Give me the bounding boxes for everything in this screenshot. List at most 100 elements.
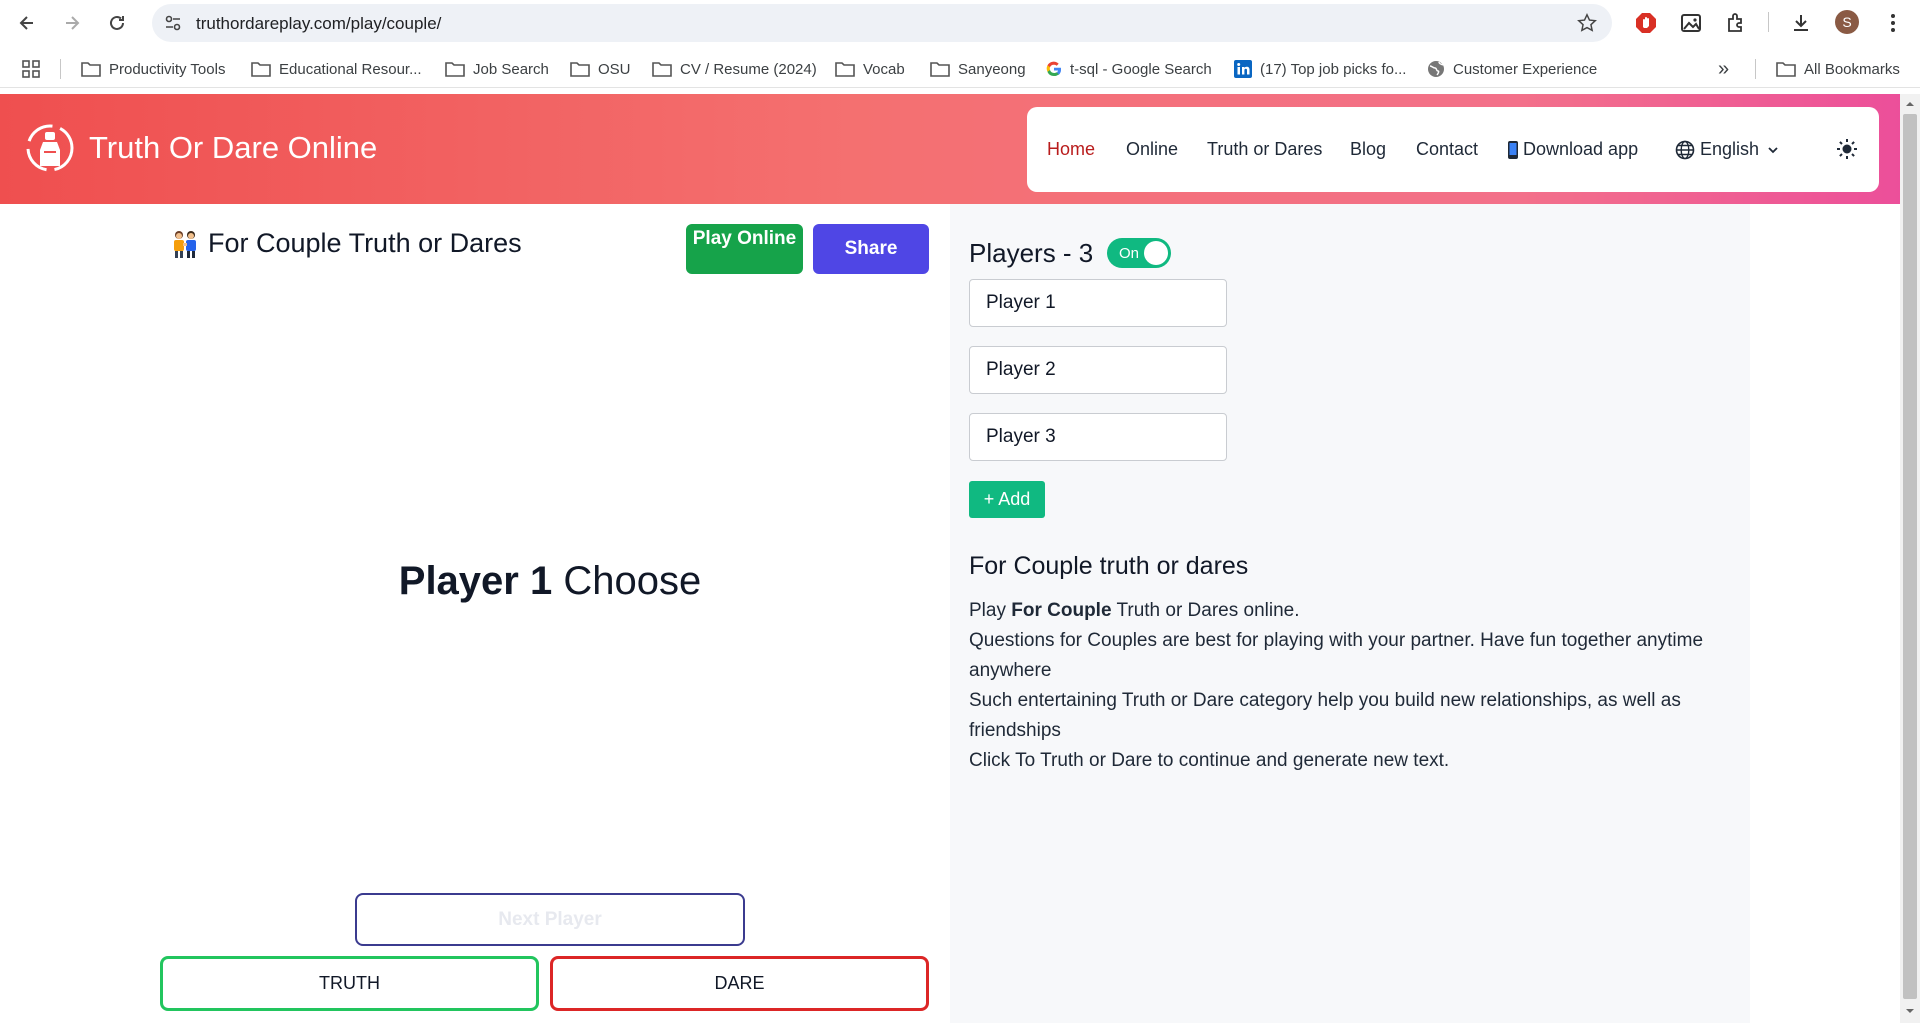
bookmark-label: t-sql - Google Search (1070, 60, 1212, 78)
bottle-logo-icon[interactable] (24, 122, 76, 174)
adblock-extension-icon[interactable] (1633, 10, 1659, 36)
category-heading: For Couple Truth or Dares (170, 228, 522, 259)
turn-prompt: Player 1 Choose (0, 559, 1100, 604)
folder-icon (1776, 62, 1796, 77)
folder-icon (835, 62, 855, 77)
page-margin (1750, 204, 1900, 1023)
folder-icon (445, 62, 465, 77)
bookmark-job-search[interactable]: Job Search (445, 58, 549, 80)
share-button[interactable]: Share (813, 224, 929, 274)
bookmark-vocab[interactable]: Vocab (835, 58, 905, 80)
main-nav: Home Online Truth or Dares Blog Contact … (1027, 107, 1879, 192)
bookmarks-overflow-button[interactable]: » (1718, 58, 1729, 80)
language-label: English (1700, 139, 1760, 159)
phone-icon (1508, 140, 1518, 159)
nav-home[interactable]: Home (1047, 139, 1095, 160)
folder-icon (251, 62, 271, 77)
google-icon (1046, 61, 1062, 77)
bookmark-star-icon[interactable] (1576, 12, 1598, 34)
nav-truth-or-dares[interactable]: Truth or Dares (1207, 139, 1322, 160)
nav-online[interactable]: Online (1126, 139, 1178, 160)
add-player-button[interactable]: + Add (969, 481, 1045, 518)
description-text: Play (969, 600, 1012, 621)
nav-download-app[interactable]: Download app (1507, 139, 1638, 160)
all-bookmarks-button[interactable]: All Bookmarks (1776, 58, 1900, 80)
truth-button[interactable]: TRUTH (160, 956, 539, 1011)
nav-contact[interactable]: Contact (1416, 139, 1478, 160)
play-online-button[interactable]: Play Online (686, 224, 803, 274)
player-2-input[interactable] (969, 346, 1227, 394)
players-toggle[interactable]: On (1107, 238, 1171, 268)
category-title: For Couple Truth or Dares (208, 228, 522, 258)
all-bookmarks-label: All Bookmarks (1804, 60, 1900, 78)
current-player-name: Player 1 (398, 559, 553, 603)
linkedin-icon (1234, 60, 1252, 78)
reload-icon[interactable] (102, 8, 132, 38)
description-line-3: Such entertaining Truth or Dare category… (969, 690, 1681, 741)
next-player-button[interactable]: Next Player (355, 893, 745, 946)
image-extension-icon[interactable] (1678, 10, 1704, 36)
browser-toolbar: truthordareplay.com/play/couple/ S (0, 0, 1920, 46)
scroll-down-icon[interactable] (1905, 1006, 1915, 1016)
toolbar-separator (1768, 12, 1769, 32)
bookmark-label: Productivity Tools (109, 60, 226, 78)
description-text: Truth or Dares online. (1111, 600, 1300, 621)
toggle-knob (1144, 241, 1168, 265)
nav-download-label: Download app (1523, 139, 1639, 159)
players-panel: Players - 3 On + Add For Couple truth or… (950, 204, 1750, 1023)
bookmark-label: Educational Resour... (279, 60, 422, 78)
description-line-1: Play For Couple Truth or Dares online. (969, 596, 1729, 626)
bookmarks-separator (1755, 59, 1756, 79)
browser-menu-icon[interactable] (1880, 10, 1906, 36)
extensions-puzzle-icon[interactable] (1723, 10, 1749, 36)
nav-blog[interactable]: Blog (1350, 139, 1386, 160)
bookmarks-separator (60, 59, 61, 79)
bookmark-customer-experience[interactable]: Customer Experience (1427, 58, 1597, 80)
folder-icon (930, 62, 950, 77)
bookmark-osu[interactable]: OSU (570, 58, 631, 80)
scrollbar-thumb[interactable] (1903, 114, 1917, 999)
url-text[interactable]: truthordareplay.com/play/couple/ (196, 14, 441, 34)
choose-text: Choose (563, 559, 702, 603)
bookmark-linkedin-jobs[interactable]: (17) Top job picks fo... (1234, 58, 1406, 80)
site-header: Truth Or Dare Online Home Online Truth o… (0, 94, 1900, 204)
couple-emoji-icon (174, 230, 196, 258)
toggle-label: On (1119, 245, 1140, 262)
bookmark-cv-resume[interactable]: CV / Resume (2024) (652, 58, 817, 80)
language-selector[interactable]: English (1675, 139, 1779, 160)
site-title[interactable]: Truth Or Dare Online (89, 130, 377, 166)
globe-icon (1428, 61, 1444, 77)
bookmark-label: Vocab (863, 60, 905, 78)
apps-grid-icon[interactable] (22, 58, 48, 80)
bookmark-educational-resources[interactable]: Educational Resour... (251, 58, 422, 80)
chevron-down-icon (1768, 146, 1778, 153)
bookmark-tsql-search[interactable]: t-sql - Google Search (1046, 58, 1212, 80)
description-category: For Couple (1011, 600, 1112, 621)
back-icon[interactable] (12, 8, 42, 38)
address-bar[interactable]: truthordareplay.com/play/couple/ (152, 4, 1612, 42)
play-online-label: Play Online (692, 228, 797, 249)
folder-icon (81, 62, 101, 77)
bookmarks-bar: Productivity Tools Educational Resour...… (0, 50, 1920, 88)
player-1-input[interactable] (969, 279, 1227, 327)
game-panel: For Couple Truth or Dares Play Online Sh… (0, 204, 950, 1023)
site-info-icon[interactable] (164, 14, 182, 32)
bookmark-sanyeong[interactable]: Sanyeong (930, 58, 1026, 80)
player-3-input[interactable] (969, 413, 1227, 461)
forward-icon[interactable] (57, 8, 87, 38)
bookmark-productivity-tools[interactable]: Productivity Tools (81, 58, 225, 80)
folder-icon (652, 62, 672, 77)
sun-theme-icon[interactable] (1835, 137, 1859, 161)
description-line-2: Questions for Couples are best for playi… (969, 630, 1704, 681)
folder-icon (570, 62, 590, 77)
globe-icon (1675, 140, 1695, 159)
scroll-up-icon[interactable] (1905, 99, 1915, 109)
bookmark-label: Customer Experience (1453, 60, 1598, 78)
profile-avatar[interactable]: S (1835, 10, 1859, 34)
bookmark-label: OSU (598, 60, 631, 78)
bookmark-label: Sanyeong (958, 60, 1026, 78)
download-icon[interactable] (1788, 10, 1814, 36)
description-body: Play For Couple Truth or Dares online. Q… (969, 596, 1729, 776)
page-scrollbar[interactable] (1900, 94, 1920, 1023)
dare-button[interactable]: DARE (550, 956, 929, 1011)
